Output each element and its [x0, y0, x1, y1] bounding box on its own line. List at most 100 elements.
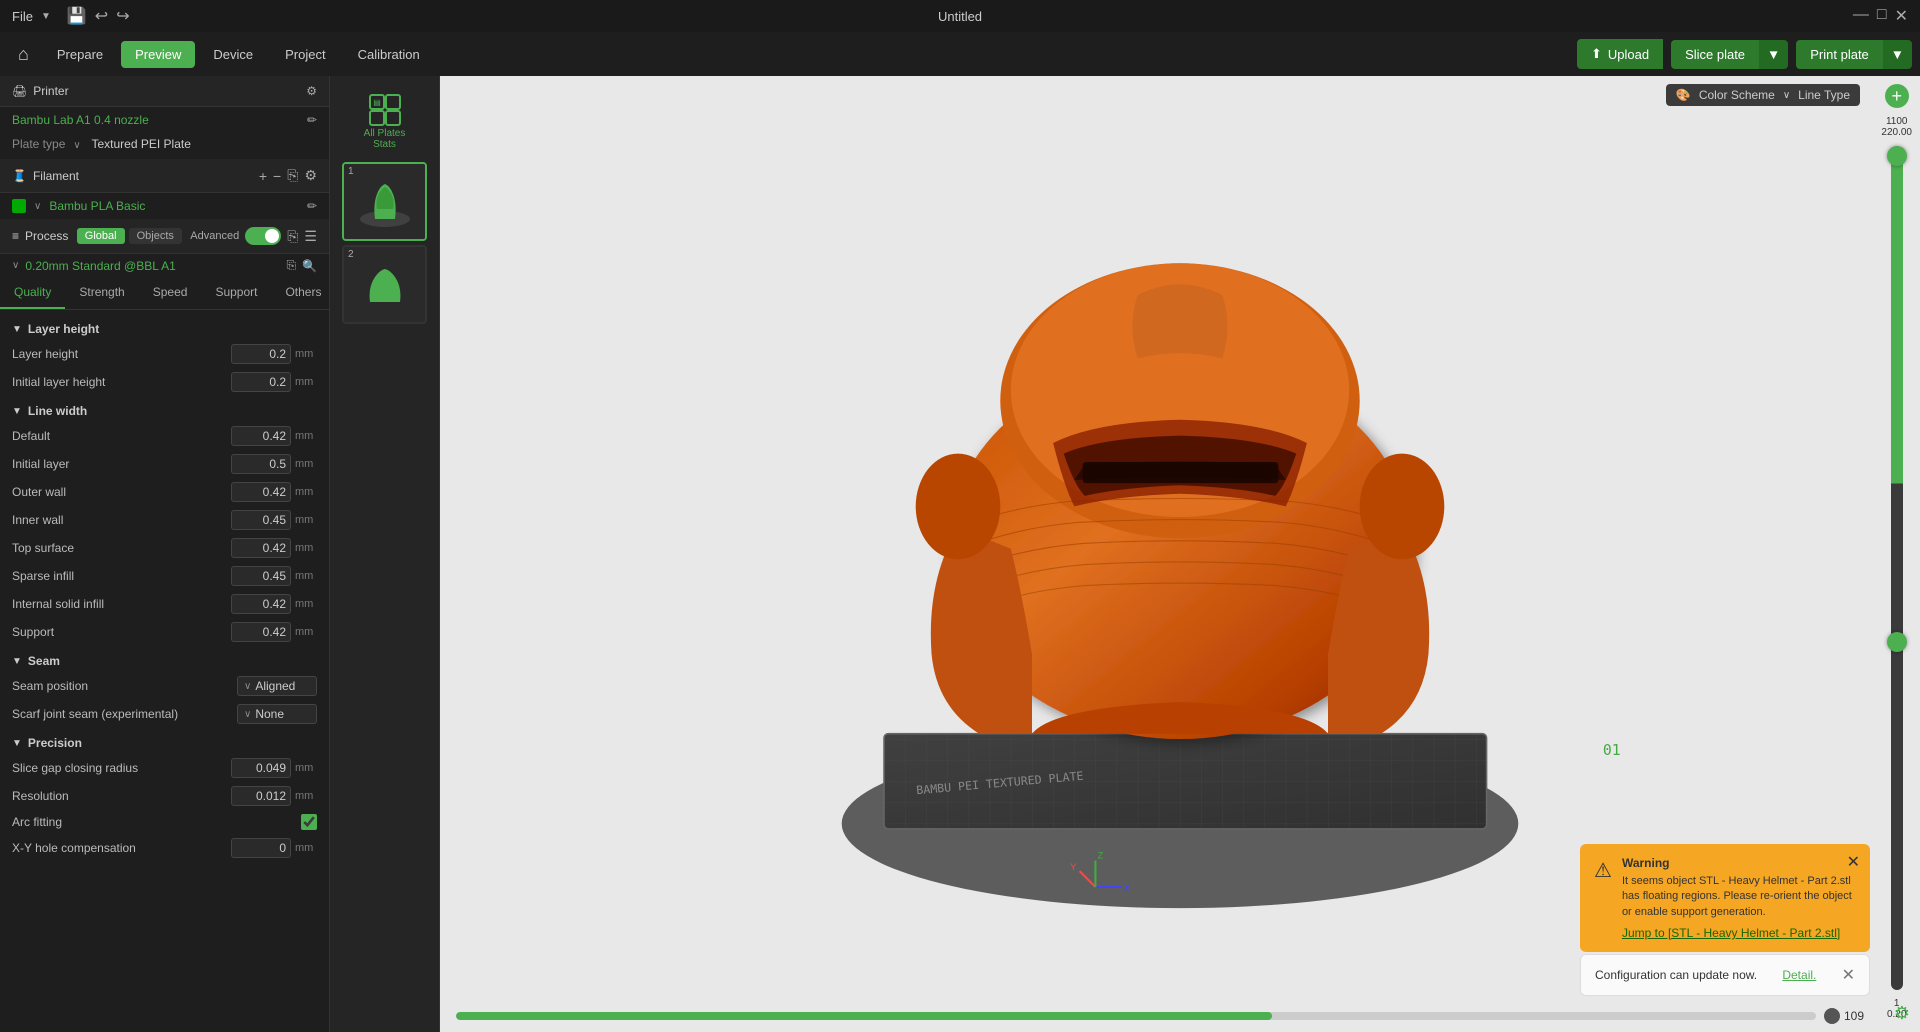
quality-tab-others[interactable]: Others [271, 277, 330, 309]
process-icon: ≡ [12, 229, 19, 243]
undo-icon[interactable]: ↩ [95, 6, 108, 26]
print-dropdown-button[interactable]: ▼ [1883, 40, 1912, 69]
filament-copy-button[interactable]: ⎘ [287, 167, 298, 184]
save-icon[interactable]: 💾 [67, 6, 87, 26]
upload-icon: ⬆ [1591, 46, 1602, 62]
group-collapse-icon[interactable]: ▼ [12, 324, 22, 335]
prepare-tab[interactable]: Prepare [43, 41, 117, 68]
seam-collapse-icon[interactable]: ▼ [12, 656, 22, 667]
sparse-infill-input[interactable] [231, 566, 291, 586]
seam-position-dropdown[interactable]: ∨ Aligned [237, 676, 317, 696]
all-plates-icon: ▤ [367, 92, 403, 128]
printer-section-header: 🖨 Printer ⚙ [0, 76, 329, 107]
initial-layer-width-input[interactable] [231, 454, 291, 474]
filament-name[interactable]: Bambu PLA Basic [49, 199, 299, 213]
filament-title: 🧵 Filament [12, 169, 79, 183]
default-input[interactable] [231, 426, 291, 446]
quality-tab-support[interactable]: Support [201, 277, 271, 309]
quality-tab-quality[interactable]: Quality [0, 277, 65, 309]
printer-settings-icon[interactable]: ⚙ [306, 84, 317, 98]
line-width-collapse-icon[interactable]: ▼ [12, 406, 22, 417]
config-detail-link[interactable]: Detail. [1782, 968, 1816, 982]
config-update-notification: Configuration can update now. Detail. ✕ [1580, 954, 1870, 996]
support-input[interactable] [231, 622, 291, 642]
arc-fitting-checkbox[interactable] [301, 814, 317, 830]
xy-hole-input[interactable] [231, 838, 291, 858]
precision-group-header: ▼ Precision [0, 728, 329, 754]
internal-solid-input[interactable] [231, 594, 291, 614]
plate-thumb-1[interactable]: 1 [342, 162, 427, 241]
presets-icon[interactable]: ☰ [304, 228, 317, 245]
navbar: ⌂ Prepare Preview Device Project Calibra… [0, 32, 1920, 76]
plate-type-value[interactable]: ∨ Textured PEI Plate [73, 137, 199, 151]
precision-collapse-icon[interactable]: ▼ [12, 738, 22, 749]
chevron-down-icon[interactable]: ▼ [41, 11, 51, 22]
layer-slider-bottom-handle[interactable] [1887, 632, 1907, 652]
profile-copy-icon[interactable]: ⎘ [286, 258, 296, 273]
plate-thumb-2[interactable]: 2 [342, 245, 427, 324]
seam-group-header: ▼ Seam [0, 646, 329, 672]
file-menu[interactable]: File [12, 9, 33, 24]
outer-wall-input[interactable] [231, 482, 291, 502]
zoom-in-button[interactable]: + [1885, 84, 1909, 108]
all-plates-button[interactable]: ▤ All Plates Stats [356, 84, 414, 158]
resolution-input[interactable] [231, 786, 291, 806]
plate-thumb-1-inner: 1 [344, 164, 425, 239]
filament-settings-button[interactable]: ⚙ [304, 167, 317, 184]
filament-remove-button[interactable]: − [273, 168, 281, 184]
filament-edit-icon[interactable]: ✏ [307, 199, 317, 213]
layer-slider-top-handle[interactable] [1887, 146, 1907, 166]
warning-link[interactable]: Jump to [STL - Heavy Helmet - Part 2.stl… [1622, 926, 1856, 940]
quality-tab-strength[interactable]: Strength [65, 277, 138, 309]
redo-icon[interactable]: ↪ [116, 6, 129, 26]
profile-search-icon[interactable]: 🔍 [302, 259, 317, 273]
layer-slider-track[interactable] [1891, 146, 1903, 990]
plate-type-row: Plate type ∨ Textured PEI Plate [0, 133, 329, 159]
printer-edit-icon[interactable]: ✏ [307, 113, 317, 127]
project-tab[interactable]: Project [271, 41, 339, 68]
profile-name[interactable]: 0.20mm Standard @BBL A1 [25, 259, 280, 273]
warning-content: ⚠ Warning It seems object STL - Heavy He… [1594, 856, 1856, 940]
print-btn-group: Print plate ▼ [1796, 40, 1912, 69]
inner-wall-input[interactable] [231, 510, 291, 530]
objects-tab[interactable]: Objects [129, 228, 182, 244]
viewport[interactable]: 🎨 Color Scheme ∨ Line Type [440, 76, 1920, 1032]
calibration-tab[interactable]: Calibration [344, 41, 434, 68]
warning-close-button[interactable]: ✕ [1847, 852, 1860, 872]
all-plates-label: All Plates [364, 128, 406, 139]
preview-tab[interactable]: Preview [121, 41, 195, 68]
upload-button[interactable]: ⬆ Upload [1577, 39, 1663, 69]
slice-plate-button[interactable]: Slice plate [1671, 40, 1759, 69]
top-surface-input[interactable] [231, 538, 291, 558]
close-button[interactable]: ✕ [1895, 6, 1908, 26]
compare-icon[interactable]: ⎘ [287, 228, 298, 245]
layer-height-input[interactable] [231, 344, 291, 364]
resolution-row: Resolution mm [0, 782, 329, 810]
slice-dropdown-button[interactable]: ▼ [1759, 40, 1788, 69]
seam-chevron-icon: ∨ [244, 681, 251, 692]
line-width-group-header: ▼ Line width [0, 396, 329, 422]
filament-add-button[interactable]: + [259, 168, 267, 184]
layer-height-group-header: ▼ Layer height [0, 314, 329, 340]
home-button[interactable]: ⌂ [8, 40, 39, 69]
layer-progress-bar[interactable] [456, 1012, 1816, 1020]
initial-layer-height-input[interactable] [231, 372, 291, 392]
top-surface-row: Top surface mm [0, 534, 329, 562]
device-tab[interactable]: Device [199, 41, 267, 68]
minimize-button[interactable]: — [1853, 6, 1869, 26]
printer-name[interactable]: Bambu Lab A1 0.4 nozzle [12, 113, 149, 127]
config-close-button[interactable]: ✕ [1842, 965, 1855, 985]
global-tab[interactable]: Global [77, 228, 125, 244]
slice-gap-input[interactable] [231, 758, 291, 778]
sidebar: 🖨 Printer ⚙ Bambu Lab A1 0.4 nozzle ✏ Pl… [0, 76, 330, 1032]
maximize-button[interactable]: □ [1877, 6, 1887, 26]
seam-position-row: Seam position ∨ Aligned [0, 672, 329, 700]
arc-fitting-row: Arc fitting [0, 810, 329, 834]
scarf-joint-dropdown[interactable]: ∨ None [237, 704, 317, 724]
settings-icon[interactable]: ⚙ [1894, 1003, 1910, 1024]
print-plate-button[interactable]: Print plate [1796, 40, 1883, 69]
titlebar: File ▼ 💾 ↩ ↪ Untitled — □ ✕ [0, 0, 1920, 32]
advanced-toggle[interactable] [245, 227, 281, 245]
quality-tab-speed[interactable]: Speed [139, 277, 202, 309]
warning-title: Warning [1622, 856, 1856, 870]
